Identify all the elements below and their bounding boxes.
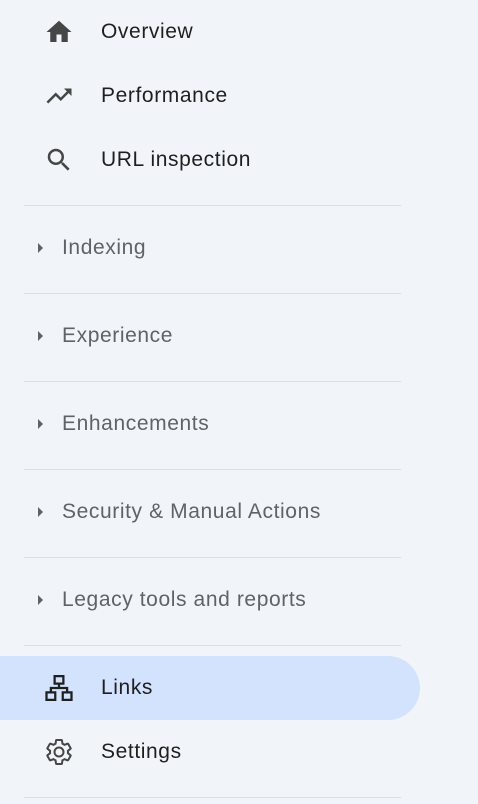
section-legacy-tools[interactable]: Legacy tools and reports bbox=[0, 568, 420, 632]
expand-arrow-icon bbox=[36, 241, 46, 255]
nav-label-links: Links bbox=[101, 676, 154, 699]
trending-up-icon bbox=[44, 81, 74, 111]
divider bbox=[24, 205, 401, 206]
expand-arrow-icon bbox=[36, 329, 46, 343]
section-label-indexing: Indexing bbox=[62, 236, 147, 259]
nav-label-url-inspection: URL inspection bbox=[101, 148, 252, 171]
section-security-manual-actions[interactable]: Security & Manual Actions bbox=[0, 480, 420, 544]
divider bbox=[24, 469, 401, 470]
section-label-experience: Experience bbox=[62, 324, 174, 347]
section-enhancements[interactable]: Enhancements bbox=[0, 392, 420, 456]
nav-label-overview: Overview bbox=[101, 20, 194, 43]
section-experience[interactable]: Experience bbox=[0, 304, 420, 368]
nav-item-overview[interactable]: Overview bbox=[0, 0, 420, 64]
divider bbox=[24, 557, 401, 558]
nav-item-performance[interactable]: Performance bbox=[0, 64, 420, 128]
section-label-security-manual-actions: Security & Manual Actions bbox=[62, 500, 321, 523]
gear-icon bbox=[44, 737, 74, 767]
section-label-enhancements: Enhancements bbox=[62, 412, 210, 435]
home-icon bbox=[44, 17, 74, 47]
divider bbox=[24, 381, 401, 382]
section-indexing[interactable]: Indexing bbox=[0, 216, 420, 280]
expand-arrow-icon bbox=[36, 593, 46, 607]
divider bbox=[24, 293, 401, 294]
section-label-legacy-tools: Legacy tools and reports bbox=[62, 588, 307, 611]
search-icon bbox=[44, 145, 74, 175]
expand-arrow-icon bbox=[36, 505, 46, 519]
nav-label-settings: Settings bbox=[101, 740, 182, 763]
nav-item-links[interactable]: Links bbox=[0, 656, 420, 720]
divider bbox=[24, 797, 401, 798]
divider bbox=[24, 645, 401, 646]
nav-label-performance: Performance bbox=[101, 84, 228, 107]
sitemap-icon bbox=[44, 673, 74, 703]
nav-item-url-inspection[interactable]: URL inspection bbox=[0, 128, 420, 192]
nav-item-settings[interactable]: Settings bbox=[0, 720, 420, 784]
expand-arrow-icon bbox=[36, 417, 46, 431]
